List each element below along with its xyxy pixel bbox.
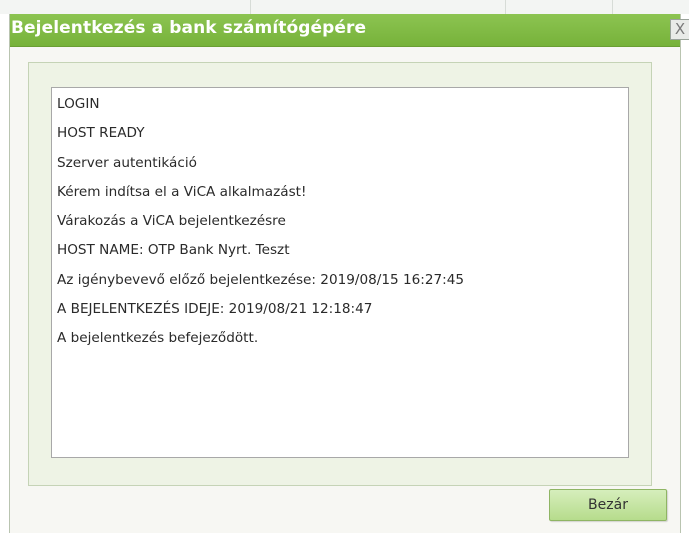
- log-line: Szerver autentikáció: [57, 154, 197, 171]
- dialog-title: Bejelentkezés a bank számítógépére: [11, 18, 367, 38]
- dialog-titlebar: Bejelentkezés a bank számítógépére X: [10, 14, 689, 47]
- log-line: A BEJELENTKEZÉS IDEJE: 2019/08/21 12:18:…: [57, 301, 373, 318]
- log-output[interactable]: LOGIN HOST READY Szerver autentikáció Ké…: [51, 87, 629, 458]
- log-line: Kérem indítsa el a ViCA alkalmazást!: [57, 183, 307, 200]
- background-divider: [250, 0, 251, 14]
- log-line: HOST READY: [57, 125, 145, 142]
- close-icon[interactable]: X: [670, 19, 689, 40]
- log-line: A bejelentkezés befejeződött.: [57, 330, 259, 347]
- log-line: LOGIN: [57, 96, 100, 112]
- log-line: HOST NAME: OTP Bank Nyrt. Teszt: [57, 242, 290, 259]
- log-line: Az igénybevevő előző bejelentkezése: 201…: [57, 271, 465, 288]
- log-line: Várakozás a ViCA bejelentkezésre: [57, 213, 286, 230]
- background-divider: [612, 0, 613, 14]
- background-divider: [505, 0, 506, 14]
- log-panel: LOGIN HOST READY Szerver autentikáció Ké…: [28, 62, 652, 486]
- close-button[interactable]: Bezár: [549, 489, 667, 521]
- login-dialog: Bejelentkezés a bank számítógépére X LOG…: [9, 14, 689, 533]
- background-strip: [0, 0, 689, 14]
